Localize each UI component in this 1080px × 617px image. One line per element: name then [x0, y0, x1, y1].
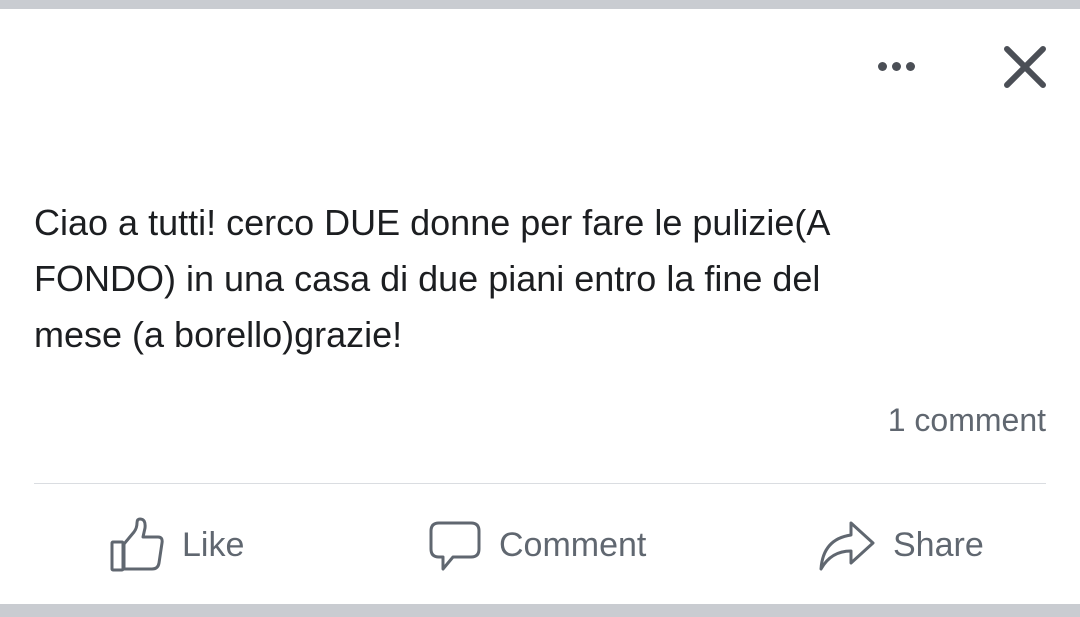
thumbs-up-icon [108, 516, 166, 574]
more-dot [891, 61, 901, 71]
top-band [0, 0, 1080, 9]
share-label: Share [893, 525, 984, 564]
more-options-icon[interactable] [866, 52, 926, 80]
comment-count-link[interactable]: 1 comment [888, 402, 1046, 439]
like-label: Like [182, 525, 245, 564]
comment-button[interactable]: Comment [427, 512, 646, 578]
more-dot [877, 61, 887, 71]
more-dot [905, 61, 915, 71]
close-icon[interactable] [998, 40, 1052, 94]
bottom-band [0, 604, 1080, 617]
like-button[interactable]: Like [108, 512, 244, 578]
share-arrow-icon [817, 517, 877, 573]
post-text: Ciao a tutti! cerco DUE donne per fare l… [34, 202, 831, 355]
divider [34, 483, 1046, 484]
share-button[interactable]: Share [817, 512, 984, 578]
comment-label: Comment [499, 525, 647, 564]
post-page: Ciao a tutti! cerco DUE donne per fare l… [0, 0, 1080, 617]
speech-bubble-icon [427, 517, 483, 573]
